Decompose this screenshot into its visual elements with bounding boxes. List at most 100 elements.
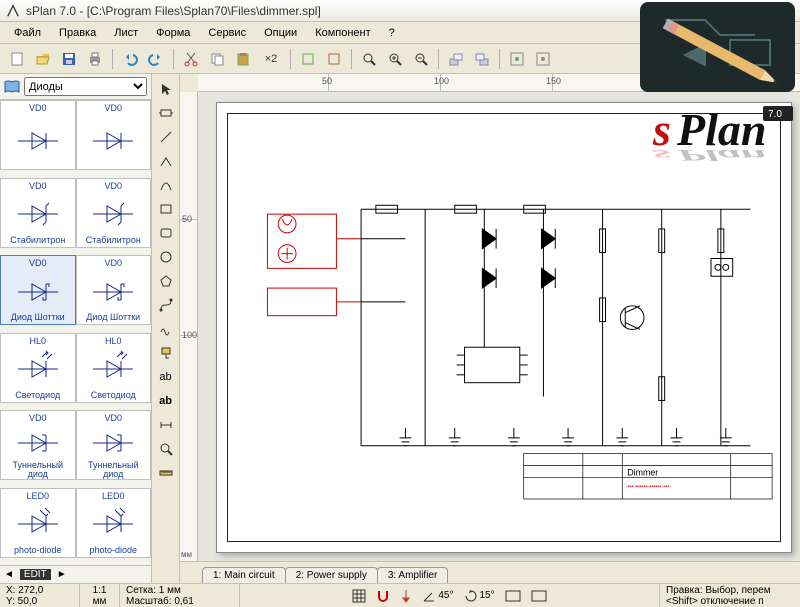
next-page-button[interactable]: ► [57, 569, 67, 580]
component-id: HL0 [105, 336, 122, 346]
palette-item[interactable]: VD0 [0, 100, 76, 170]
status-hint2: <Shift> отключение п [666, 596, 794, 607]
zoom-in-icon[interactable] [384, 48, 406, 70]
measure-icon[interactable] [155, 462, 177, 484]
component-id: VD0 [104, 413, 122, 423]
polygon-icon[interactable] [155, 270, 177, 292]
diode-symbol-icon [3, 348, 73, 391]
grid-icon[interactable] [352, 589, 366, 603]
stack-b-icon[interactable] [471, 48, 493, 70]
library-selector: Диоды [0, 74, 151, 100]
status-zoom: Масштаб: 0,61 [126, 596, 233, 607]
palette-item[interactable]: VD0Диод Шоттки [0, 255, 76, 325]
ruler-tick: 50 [322, 76, 332, 86]
pin-icon[interactable] [400, 589, 412, 603]
tool-b-icon[interactable] [323, 48, 345, 70]
menu-4[interactable]: Сервис [200, 25, 254, 41]
prev-page-button[interactable]: ◄ [4, 569, 14, 580]
rounded-rect-icon[interactable] [155, 222, 177, 244]
freehand-icon[interactable] [155, 318, 177, 340]
diode-symbol-icon [3, 193, 73, 236]
palette-item[interactable]: VD0Туннельный диод [0, 410, 76, 480]
cut-icon[interactable] [180, 48, 202, 70]
palette-item[interactable]: VD0Стабилитрон [0, 178, 76, 248]
misc-a-icon[interactable] [506, 48, 528, 70]
menu-bar: ФайлПравкаЛистФормаСервисОпцииКомпонент? [0, 22, 800, 44]
paint-icon[interactable] [155, 342, 177, 364]
text-ab-icon[interactable]: ab [155, 366, 177, 388]
line-icon[interactable] [155, 126, 177, 148]
status-grid-size: Сетка: 1 мм [126, 585, 233, 596]
component-label: Стабилитрон [86, 236, 141, 245]
x2-icon[interactable]: ×2 [258, 48, 284, 70]
sheet-tab[interactable]: 2: Power supply [285, 567, 378, 583]
open-icon[interactable] [32, 48, 54, 70]
canvas-area: 50100150200 мм 50100 [180, 74, 800, 583]
library-dropdown[interactable]: Диоды [24, 77, 147, 96]
status-hint: Правка: Выбор, перем <Shift> отключение … [660, 584, 800, 607]
menu-3[interactable]: Форма [148, 25, 198, 41]
component-id: VD0 [29, 103, 47, 113]
component-label: Диод Шоттки [11, 313, 65, 322]
save-icon[interactable] [58, 48, 80, 70]
canvas-viewport[interactable]: Dimmer ••• •••••• •••••• ••• [198, 92, 800, 561]
palette-item[interactable]: VD0Стабилитрон [76, 178, 152, 248]
menu-2[interactable]: Лист [106, 25, 146, 41]
diode-symbol-icon [79, 270, 149, 313]
app-icon [6, 4, 20, 18]
menu-5[interactable]: Опции [256, 25, 305, 41]
zoom-out-icon[interactable] [410, 48, 432, 70]
palette-item[interactable]: LED0photo-diode [0, 488, 76, 558]
new-icon[interactable] [6, 48, 28, 70]
print-icon[interactable] [84, 48, 106, 70]
palette-item[interactable]: LED0photo-diode [76, 488, 152, 558]
menu-0[interactable]: Файл [6, 25, 49, 41]
component-palette: VD0VD0VD0СтабилитронVD0СтабилитронVD0Дио… [0, 100, 151, 565]
titleblock-name: Dimmer [627, 467, 658, 477]
menu-7[interactable]: ? [381, 25, 403, 41]
component-label: Туннельный диод [79, 461, 149, 479]
bezier-icon[interactable] [155, 294, 177, 316]
diode-symbol-icon [79, 425, 149, 461]
palette-item[interactable]: HL0Светодиод [76, 333, 152, 403]
status-coords: X: 272,0 Y: 50,0 [0, 584, 80, 607]
paste-icon[interactable] [232, 48, 254, 70]
zoom-fit-icon[interactable] [358, 48, 380, 70]
ruler-tick: 100 [434, 76, 449, 86]
undo-icon[interactable] [119, 48, 141, 70]
rect-a-icon[interactable] [505, 590, 521, 602]
edit-palette-button[interactable]: EDIT [20, 569, 51, 580]
angle2-icon[interactable]: 15° [464, 589, 495, 603]
angle-icon[interactable] [155, 150, 177, 172]
pointer-icon[interactable] [155, 78, 177, 100]
copy-icon[interactable] [206, 48, 228, 70]
palette-item[interactable]: VD0 [76, 100, 152, 170]
menu-6[interactable]: Компонент [307, 25, 378, 41]
ruler-tick: 50 [182, 214, 192, 224]
diode-symbol-icon [79, 348, 149, 391]
component-icon[interactable] [155, 102, 177, 124]
sheet-tab[interactable]: 1: Main circuit [202, 567, 286, 583]
sheet-tab[interactable]: 3: Amplifier [377, 567, 448, 583]
misc-b-icon[interactable] [532, 48, 554, 70]
palette-item[interactable]: VD0Диод Шоттки [76, 255, 152, 325]
stack-a-icon[interactable] [445, 48, 467, 70]
angle1-icon[interactable]: 45° [422, 589, 453, 603]
magnet-icon[interactable] [376, 589, 390, 603]
palette-item[interactable]: VD0 Туннельный диод [76, 410, 152, 480]
status-tools: 45° 15° [240, 584, 660, 607]
redo-icon[interactable] [145, 48, 167, 70]
tool-a-icon[interactable] [297, 48, 319, 70]
title-bar: sPlan 7.0 - [C:\Program Files\Splan70\Fi… [0, 0, 800, 22]
circle-icon[interactable] [155, 246, 177, 268]
curve-icon[interactable] [155, 174, 177, 196]
diode-symbol-icon [3, 115, 73, 167]
menu-1[interactable]: Правка [51, 25, 104, 41]
rect-b-icon[interactable] [531, 590, 547, 602]
palette-item[interactable]: HL0Светодиод [0, 333, 76, 403]
rect-icon[interactable] [155, 198, 177, 220]
component-label: Туннельный диод [3, 461, 73, 479]
dimension-icon[interactable] [155, 414, 177, 436]
zoom-tool-icon[interactable] [155, 438, 177, 460]
text-ab-bold-icon[interactable]: ab [155, 390, 177, 412]
